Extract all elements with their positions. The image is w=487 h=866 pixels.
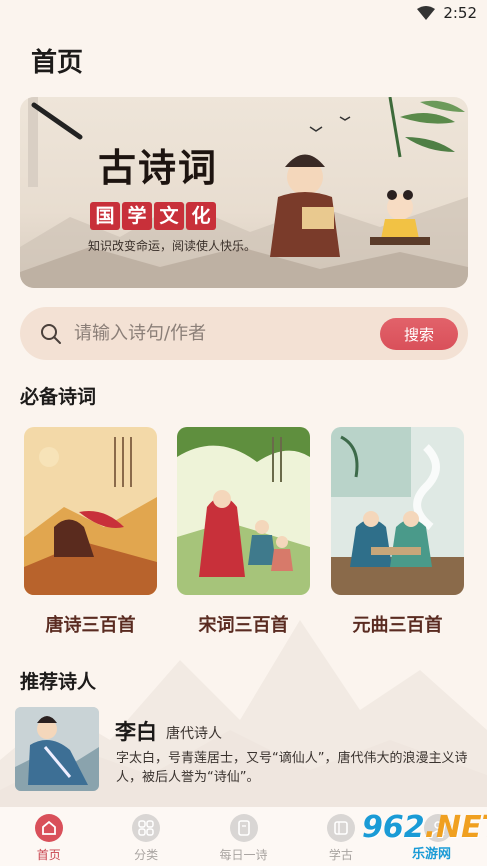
poet-description: 字太白，号青莲居士，又号“谪仙人”，唐代伟大的浪漫主义诗人，被后人誉为“诗仙”。	[116, 751, 468, 785]
banner-title: 古诗词	[98, 145, 219, 190]
tab-label: 每日一诗	[219, 848, 268, 862]
poem-card-yuan[interactable]: 元曲三百首	[331, 427, 464, 637]
seal-char: 国	[90, 202, 120, 230]
poem-card-image	[24, 427, 157, 595]
banner-slogan: 知识改变命运，阅读使人快乐。	[88, 239, 257, 253]
poem-card-label: 唐诗三百首	[45, 615, 136, 636]
seal-char: 文	[154, 202, 184, 230]
poet-card[interactable]: 李白 唐代诗人 字太白，号青莲居士，又号“谪仙人”，唐代伟大的浪漫主义诗人，被后…	[15, 707, 475, 795]
search-icon	[41, 323, 61, 344]
page-title: 首页	[31, 48, 84, 78]
poem-card-label: 元曲三百首	[352, 615, 443, 636]
poem-card-image	[177, 427, 310, 595]
poet-avatar	[15, 707, 99, 791]
search-input[interactable]	[74, 323, 364, 344]
poet-era: 唐代诗人	[166, 726, 222, 742]
poem-card-label: 宋词三百首	[198, 615, 289, 636]
watermark-number: 962.NET	[362, 810, 487, 845]
tab-category[interactable]: 分类	[97, 807, 194, 866]
tab-label: 分类	[134, 848, 159, 862]
watermark-text: 乐游网	[412, 847, 452, 862]
poem-card-song[interactable]: 宋词三百首	[177, 427, 310, 637]
banner[interactable]: 古诗词 国 学 文 化 知识改变命运，阅读使人快乐。	[20, 97, 468, 288]
search-bar: 搜索	[20, 307, 468, 360]
banner-seal: 国 学 文 化	[90, 202, 216, 230]
tab-daily-poem[interactable]: 每日一诗	[195, 807, 292, 866]
tab-home[interactable]: 首页	[0, 807, 97, 866]
tab-label: 首页	[36, 848, 61, 862]
search-button[interactable]: 搜索	[380, 318, 458, 350]
home-icon	[34, 814, 63, 842]
poet-name: 李白	[115, 720, 157, 744]
wifi-icon	[417, 6, 436, 20]
book-icon	[229, 814, 258, 842]
grid-icon	[132, 814, 161, 842]
section-title-poets: 推荐诗人	[20, 671, 97, 693]
banner-illustration	[20, 97, 468, 288]
status-bar: 2:52	[0, 0, 487, 26]
section-title-essential: 必备诗词	[20, 386, 97, 408]
site-watermark: 962.NET 乐游网	[338, 810, 487, 862]
seal-char: 化	[186, 202, 216, 230]
seal-char: 学	[122, 202, 152, 230]
poem-card-tang[interactable]: 唐诗三百首	[24, 427, 157, 637]
poem-card-image	[331, 427, 464, 595]
status-time: 2:52	[443, 4, 477, 22]
